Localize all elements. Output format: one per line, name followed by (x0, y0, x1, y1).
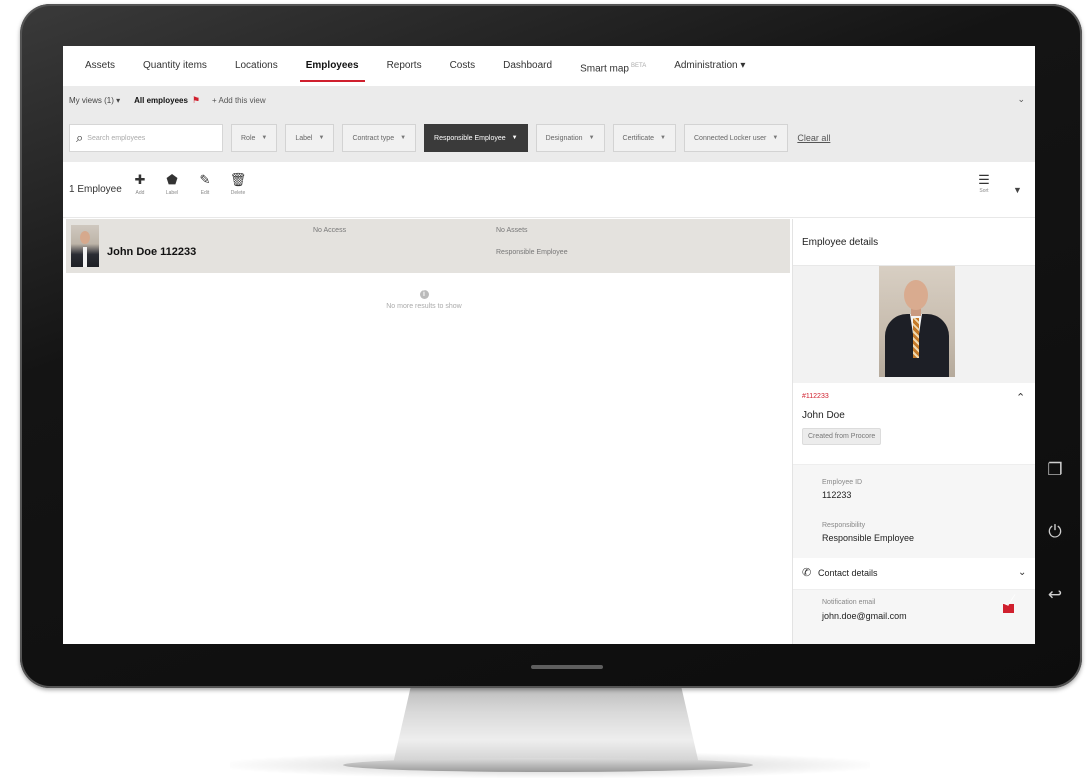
label-button[interactable]: ⬟ Label (157, 170, 187, 196)
photo-head (904, 280, 928, 310)
app-screen: Assets Quantity items Locations Employee… (63, 46, 1035, 644)
filter-designation[interactable]: Designation ▼ (535, 124, 605, 152)
clear-all-link[interactable]: Clear all (797, 133, 830, 143)
flag-icon: ⚑ (191, 94, 201, 105)
back-icon[interactable]: ↩ (1044, 585, 1066, 605)
identity-block: #112233 John Doe Created from Procore ⌃ (793, 383, 1035, 465)
employee-full-name: John Doe (802, 410, 845, 421)
filter-responsible-employee[interactable]: Responsible Employee ▼ (424, 124, 528, 152)
responsibility-label: Responsibility (822, 522, 866, 529)
monitor-logo-bar (531, 665, 603, 669)
filter-bar: ⌕ Search employees Role ▼ Label ▼ Contract… (63, 114, 1035, 162)
search-icon: ⌕ (76, 130, 84, 145)
tab-assets[interactable]: Assets (63, 46, 129, 86)
contact-details-title: Contact details (818, 568, 878, 578)
assets-status: No Assets (496, 227, 528, 234)
no-more-results: i No more results to show (386, 290, 462, 310)
employee-details-panel: Employee details #112233 John Doe Create… (792, 219, 1035, 644)
employee-info: Employee ID 112233 Responsibility Respon… (793, 465, 1035, 558)
caret-down-icon: ▼ (772, 135, 779, 141)
monitor-stand-base (343, 758, 753, 772)
filter-certificate[interactable]: Certificate ▼ (612, 124, 676, 152)
caret-down-icon: ▼ (261, 135, 268, 141)
avatar-face (80, 231, 90, 244)
tab-smart-map[interactable]: Smart map BETA (566, 46, 660, 86)
sort-button[interactable]: ☰ Sort (971, 172, 997, 194)
caret-down-icon: ▼ (660, 135, 666, 141)
filter-label[interactable]: Label ▼ (285, 124, 335, 152)
employee-id-label: Employee ID (822, 479, 863, 486)
add-view-button[interactable]: + Add this view (212, 96, 266, 105)
views-bar: My views (1) ▾ All employees ⚑ + Add thi… (63, 86, 1035, 114)
tag-icon: ⬟ (166, 172, 178, 187)
monitor-stand (393, 684, 699, 764)
chevron-down-icon[interactable]: ⌄ (1018, 567, 1026, 578)
employee-number: #112233 (802, 393, 829, 400)
employee-photo (879, 266, 955, 377)
action-toolbar: 1 Employee ✚ Add ⬟ Label ✎ Edit 🗑 Delete… (63, 162, 1035, 218)
main-nav: Assets Quantity items Locations Employee… (63, 46, 1035, 86)
photo-tie (913, 318, 919, 358)
edit-button[interactable]: ✎ Edit (190, 170, 220, 196)
created-from-tag: Created from Procore (802, 428, 882, 445)
photo-area (793, 266, 1035, 383)
avatar-shirt (83, 247, 87, 267)
employee-id-value: 112233 (822, 490, 852, 500)
tab-dashboard[interactable]: Dashboard (489, 46, 566, 86)
current-view-label[interactable]: All employees (134, 96, 188, 105)
filter-role[interactable]: Role ▼ (231, 124, 278, 152)
tab-reports[interactable]: Reports (373, 46, 436, 86)
contact-details-body: Notification email john.doe@gmail.com (793, 590, 1035, 644)
details-header: Employee details (793, 219, 1035, 266)
tab-costs[interactable]: Costs (436, 46, 490, 86)
contact-details-header[interactable]: ✆ Contact details ⌄ (793, 558, 1035, 590)
employee-list: John Doe 112233 No Access No Assets Resp… (63, 219, 793, 644)
employee-name: John Doe 112233 (107, 246, 197, 258)
add-button[interactable]: ✚ Add (125, 170, 155, 196)
search-placeholder: Search employees (87, 134, 146, 142)
filter-contract-type[interactable]: Contract type ▼ (342, 124, 417, 152)
tab-locations[interactable]: Locations (221, 46, 292, 86)
chevron-down-icon[interactable]: ⌄ (1017, 94, 1025, 105)
delete-button[interactable]: 🗑 Delete (223, 170, 253, 196)
mail-icon[interactable] (1003, 604, 1014, 613)
responsibility-status: Responsible Employee (496, 249, 568, 256)
phone-icon: ✆ (802, 567, 812, 579)
info-icon: i (419, 290, 429, 299)
window-icon[interactable]: ❐ (1044, 460, 1066, 480)
tab-administration[interactable]: Administration ▾ (660, 46, 759, 86)
caret-down-icon: ▼ (511, 135, 518, 141)
notification-email-label: Notification email (822, 599, 876, 606)
notification-email-value: john.doe@gmail.com (822, 611, 907, 621)
caret-down-icon[interactable]: ▼ (1013, 185, 1022, 195)
result-count: 1 Employee (69, 184, 122, 195)
tab-employees[interactable]: Employees (292, 46, 373, 86)
my-views-dropdown[interactable]: My views (1) ▾ (63, 96, 120, 105)
responsibility-value: Responsible Employee (822, 533, 915, 543)
table-row[interactable]: John Doe 112233 No Access No Assets Resp… (66, 219, 790, 273)
search-input[interactable]: ⌕ Search employees (69, 124, 223, 152)
chevron-up-icon[interactable]: ⌃ (1016, 391, 1025, 404)
beta-badge: BETA (630, 63, 647, 69)
trash-icon: 🗑 (229, 172, 247, 187)
details-title: Employee details (802, 237, 879, 248)
caret-down-icon: ▼ (400, 135, 407, 141)
pencil-icon: ✎ (199, 172, 211, 187)
caret-down-icon: ▼ (588, 135, 595, 141)
sort-icon: ☰ (978, 172, 990, 187)
access-status: No Access (313, 227, 347, 234)
avatar (71, 225, 99, 267)
caret-down-icon: ▼ (318, 135, 325, 141)
power-icon[interactable]: ⏻ (1044, 522, 1066, 542)
tab-quantity-items[interactable]: Quantity items (129, 46, 221, 86)
plus-icon: ✚ (134, 172, 146, 187)
filter-connected-locker-user[interactable]: Connected Locker user ▼ (684, 124, 789, 152)
